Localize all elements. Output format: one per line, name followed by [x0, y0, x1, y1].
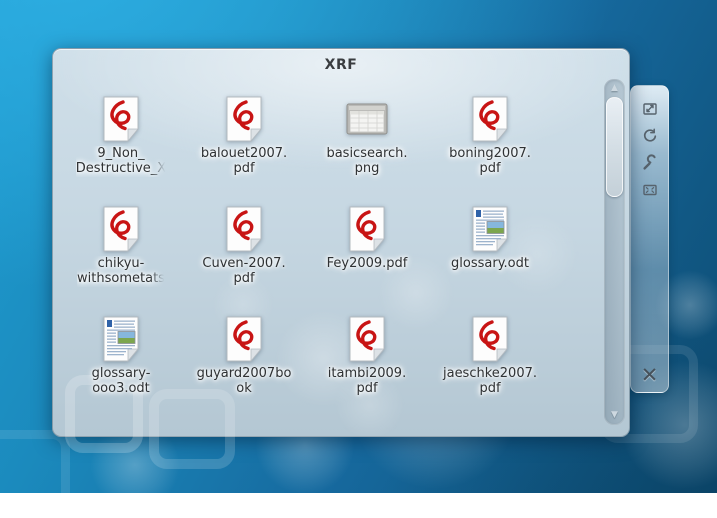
file-item[interactable]: jaeschke2007. pdf	[430, 314, 550, 424]
pdf-file-icon	[96, 204, 146, 254]
file-item[interactable]: glossary.odt	[430, 204, 550, 314]
file-item[interactable]: guyard2007bo ok	[184, 314, 304, 424]
wrench-icon	[641, 154, 659, 172]
pdf-file-icon	[220, 315, 268, 363]
folder-view-popup: XRF 9_Non_ Destructive_X balouet2007. pd…	[52, 48, 630, 437]
close-widget-button[interactable]: ✕	[631, 364, 668, 386]
file-item[interactable]: Cuven-2007. pdf	[184, 204, 304, 314]
resize-icon	[641, 100, 659, 118]
configure-button[interactable]	[640, 153, 660, 173]
pdf-file-icon	[97, 205, 145, 253]
file-item[interactable]: Fey2009.pdf	[307, 204, 427, 314]
file-label: glossary.odt	[451, 256, 529, 271]
rotate-icon	[641, 127, 659, 145]
pdf-file-icon	[343, 205, 391, 253]
rotate-button[interactable]	[640, 126, 660, 146]
file-label: Fey2009.pdf	[327, 256, 408, 271]
file-label: balouet2007. pdf	[201, 146, 287, 177]
pdf-file-icon	[220, 95, 268, 143]
pdf-file-icon	[342, 314, 392, 364]
pdf-file-icon	[97, 95, 145, 143]
file-item[interactable]: boning2007. pdf	[430, 94, 550, 204]
scroll-down-icon[interactable]: ▼	[604, 408, 625, 423]
pdf-file-icon	[466, 95, 514, 143]
file-label: basicsearch. png	[326, 146, 407, 177]
wallpaper-pattern-square	[0, 430, 70, 518]
file-label: chikyu- withsometats	[77, 256, 165, 287]
file-label: Cuven-2007. pdf	[202, 256, 285, 287]
pdf-file-icon	[343, 315, 391, 363]
scrollbar-thumb[interactable]	[606, 97, 623, 197]
pdf-file-icon	[465, 314, 515, 364]
file-label: jaeschke2007. pdf	[443, 366, 537, 397]
odt-file-icon	[466, 205, 514, 253]
image-file-icon	[343, 95, 391, 143]
file-item[interactable]: chikyu- withsometats	[61, 204, 181, 314]
file-label: itambi2009. pdf	[328, 366, 406, 397]
scrollbar[interactable]: ▲ ▼	[604, 79, 625, 425]
file-item[interactable]: itambi2009. pdf	[307, 314, 427, 424]
file-grid: 9_Non_ Destructive_X balouet2007. pdf ba…	[61, 94, 555, 424]
file-label: guyard2007bo ok	[197, 366, 292, 397]
file-item[interactable]: basicsearch. png	[307, 94, 427, 204]
file-item[interactable]: glossary- ooo3.odt	[61, 314, 181, 424]
maximize-button[interactable]	[640, 180, 660, 200]
pdf-file-icon	[465, 94, 515, 144]
file-item[interactable]: 9_Non_ Destructive_X	[61, 94, 181, 204]
pdf-file-icon	[96, 94, 146, 144]
pdf-file-icon	[466, 315, 514, 363]
pdf-file-icon	[342, 204, 392, 254]
odt-file-icon	[96, 314, 146, 364]
maximize-icon	[641, 181, 659, 199]
resize-button[interactable]	[640, 99, 660, 119]
pdf-file-icon	[219, 204, 269, 254]
odt-file-icon	[465, 204, 515, 254]
pdf-file-icon	[219, 94, 269, 144]
file-label: boning2007. pdf	[449, 146, 531, 177]
odt-file-icon	[97, 315, 145, 363]
image-file-icon	[342, 94, 392, 144]
scroll-up-icon[interactable]: ▲	[604, 81, 625, 96]
widget-handle-panel: ✕	[630, 85, 669, 393]
file-label: 9_Non_ Destructive_X	[76, 146, 166, 177]
popup-title: XRF	[53, 57, 629, 73]
pdf-file-icon	[219, 314, 269, 364]
pdf-file-icon	[220, 205, 268, 253]
file-item[interactable]: balouet2007. pdf	[184, 94, 304, 204]
file-label: glossary- ooo3.odt	[92, 366, 151, 397]
